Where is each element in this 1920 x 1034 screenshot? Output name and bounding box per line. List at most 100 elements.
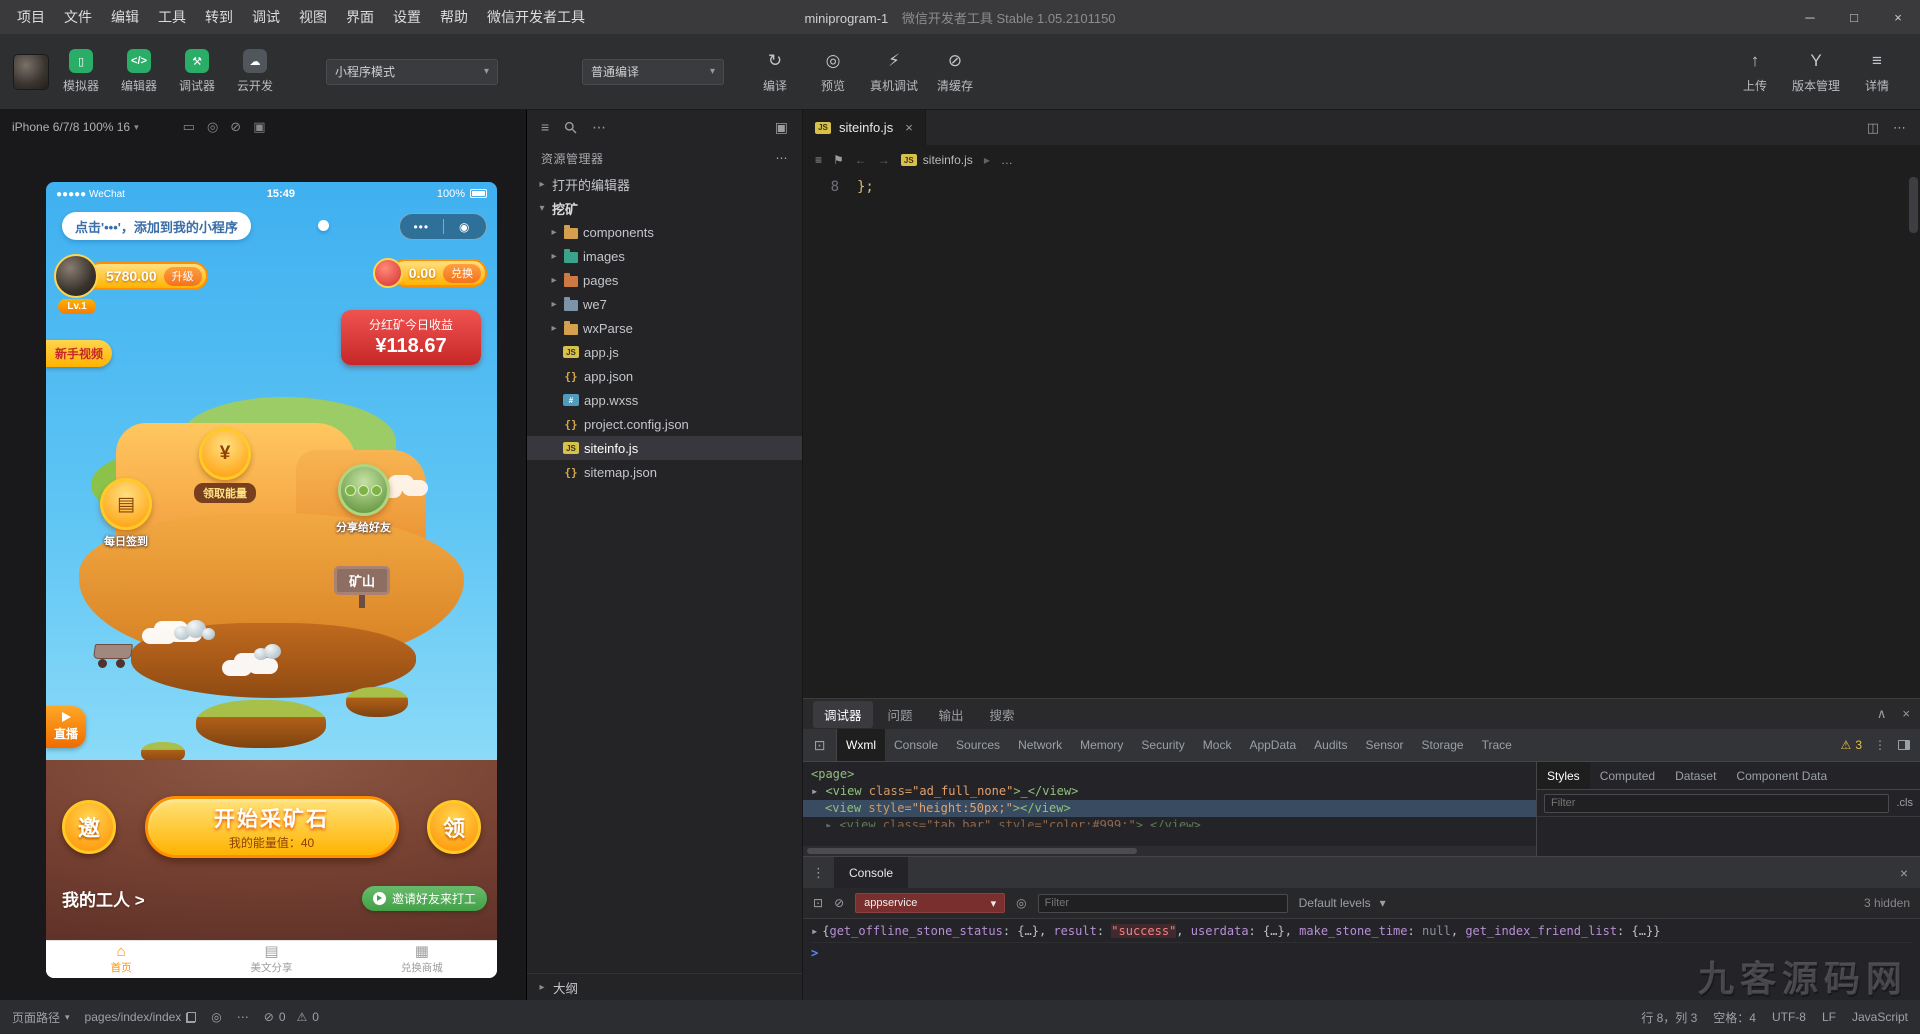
upload-button[interactable]: ↑ 上传 [1734, 49, 1776, 94]
back-icon[interactable]: ← [855, 153, 867, 167]
tree-folder-components[interactable]: ▸ components [527, 220, 802, 244]
invite-circle-button[interactable]: 邀 [62, 800, 116, 854]
tab-articles[interactable]: ▤ 美文分享 [196, 941, 346, 978]
dividend-badge[interactable]: 分红矿今日收益 ¥118.67 [341, 310, 481, 365]
console-frame-icon[interactable]: ⊡ [813, 896, 823, 910]
menu-icon[interactable]: ≡ [815, 153, 822, 167]
maximize-button[interactable]: □ [1832, 0, 1876, 34]
console-prompt[interactable]: > [811, 943, 1912, 963]
tab-shop[interactable]: ▦ 兑换商城 [347, 941, 497, 978]
preview-button[interactable]: ◎ 预览 [812, 49, 854, 94]
cursor-position[interactable]: 行 8，列 3 [1641, 1009, 1697, 1026]
menu-debug[interactable]: 调试 [243, 3, 289, 31]
devtools-tab-trace[interactable]: Trace [1473, 729, 1521, 761]
tab-debugger[interactable]: 调试器 [813, 701, 873, 728]
tree-folder-pages[interactable]: ▸ pages [527, 268, 802, 292]
more-icon[interactable]: ⋯ [1893, 120, 1906, 136]
devtools-tab-appdata[interactable]: AppData [1240, 729, 1305, 761]
tree-file-app-json[interactable]: {} app.json [527, 364, 802, 388]
devtools-tab-network[interactable]: Network [1009, 729, 1071, 761]
copy-icon[interactable] [186, 1012, 196, 1023]
cls-toggle[interactable]: .cls [1897, 797, 1914, 809]
menu-settings[interactable]: 设置 [384, 3, 430, 31]
close-console-icon[interactable]: × [1888, 865, 1920, 881]
clear-console-icon[interactable]: ⊘ [834, 896, 844, 910]
menu-icon[interactable]: ≡ [541, 119, 549, 135]
tree-file-sitemap[interactable]: {} sitemap.json [527, 460, 802, 484]
devtools-tab-audits[interactable]: Audits [1305, 729, 1356, 761]
my-workers-link[interactable]: 我的工人 > [62, 886, 145, 911]
search-icon[interactable] [564, 121, 577, 134]
console-drawer-tab[interactable]: Console [834, 857, 908, 888]
simulator-toggle-button[interactable]: ▯ 模拟器 [60, 49, 102, 94]
upgrade-button[interactable]: 升级 [164, 267, 202, 286]
share-friends-button[interactable]: 分享给好友 [336, 464, 391, 535]
menu-help[interactable]: 帮助 [431, 3, 477, 31]
encoding-setting[interactable]: UTF-8 [1772, 1010, 1806, 1024]
tab-siteinfo-js[interactable]: JS siteinfo.js × [803, 110, 926, 145]
code-editor[interactable]: 8 }; [803, 175, 1920, 698]
console-log-entry[interactable]: ▸{get_offline_stone_status: {…}, result:… [811, 922, 1912, 943]
compile-button[interactable]: ↻ 编译 [754, 49, 796, 94]
version-manage-button[interactable]: Y 版本管理 [1792, 49, 1840, 94]
warnings-badge[interactable]: ⚠ 3 [1841, 738, 1862, 752]
forward-icon[interactable]: → [878, 153, 890, 167]
styles-tab[interactable]: Styles [1537, 762, 1590, 789]
element-node-selected[interactable]: <view style="height:50px;"></view> [803, 800, 1536, 817]
element-node[interactable]: ▸ <view class="ad_full_none">_</view> [803, 783, 1536, 800]
more-icon[interactable]: ••• [400, 220, 443, 234]
console-output[interactable]: ▸{get_offline_stone_status: {…}, result:… [803, 919, 1920, 1000]
clear-cache-button[interactable]: ⊘ 清缓存 [934, 49, 976, 94]
tree-file-project-config[interactable]: {} project.config.json [527, 412, 802, 436]
details-button[interactable]: ≡ 详情 [1856, 49, 1898, 94]
error-counter[interactable]: ⊘ 0 ⚠ 0 [264, 1010, 319, 1024]
close-button[interactable]: × [1876, 0, 1920, 34]
window-mode-icon[interactable]: ▭ [183, 119, 195, 135]
tree-folder-wxparse[interactable]: ▸ wxParse [527, 316, 802, 340]
tab-home[interactable]: ⌂ 首页 [46, 941, 196, 978]
menu-view[interactable]: 视图 [290, 3, 336, 31]
indent-setting[interactable]: 空格：4 [1713, 1009, 1756, 1026]
horizontal-scrollbar[interactable] [803, 846, 1536, 856]
current-page-path[interactable]: pages/index/index [85, 1010, 197, 1024]
close-panel-icon[interactable]: × [1902, 706, 1910, 722]
collapse-panel-icon[interactable]: ∧ [1877, 706, 1887, 722]
editor-scrollbar[interactable] [1907, 175, 1920, 698]
context-select[interactable]: appservice ▾ [855, 893, 1005, 913]
devtools-tab-security[interactable]: Security [1132, 729, 1193, 761]
editor-toggle-button[interactable]: </> 编辑器 [118, 49, 160, 94]
mute-icon[interactable]: ⊘ [230, 119, 241, 135]
devtools-menu-icon[interactable]: ⋮ [1874, 738, 1886, 752]
dock-side-icon[interactable] [1898, 740, 1910, 750]
player-avatar[interactable] [54, 254, 98, 298]
outline-section[interactable]: ▸ 大纲 [527, 973, 802, 1000]
devtools-tab-mock[interactable]: Mock [1194, 729, 1241, 761]
tab-search[interactable]: 搜索 [979, 701, 1026, 728]
log-levels-select[interactable]: Default levels ▾ [1299, 896, 1386, 910]
remote-debug-button[interactable]: ⚡ 真机调试 [870, 49, 918, 94]
console-filter-input[interactable] [1038, 894, 1288, 913]
devtools-tab-sensor[interactable]: Sensor [1357, 729, 1413, 761]
record-icon[interactable]: ◎ [207, 119, 218, 135]
inspect-element-icon[interactable]: ⊡ [803, 729, 837, 761]
tree-folder-images[interactable]: ▸ images [527, 244, 802, 268]
newbie-video-button[interactable]: 新手视频 [46, 340, 112, 367]
live-button[interactable]: 直播 [46, 706, 86, 748]
menu-devtools[interactable]: 微信开发者工具 [478, 3, 594, 31]
device-selector[interactable]: iPhone 6/7/8 100% 16 [12, 120, 130, 134]
element-node[interactable]: <page> [803, 766, 1536, 783]
tree-folder-we7[interactable]: ▸ we7 [527, 292, 802, 316]
styles-filter-input[interactable] [1544, 794, 1889, 813]
screenshot-icon[interactable]: ▣ [253, 119, 265, 135]
breadcrumb-file[interactable]: JS siteinfo.js [901, 153, 973, 167]
devtools-tab-console[interactable]: Console [885, 729, 947, 761]
more-icon[interactable]: ⋯ [776, 151, 789, 165]
tab-output[interactable]: 输出 [928, 701, 975, 728]
menu-project[interactable]: 项目 [8, 3, 54, 31]
dataset-tab[interactable]: Dataset [1665, 762, 1726, 789]
menu-edit[interactable]: 编辑 [102, 3, 148, 31]
drawer-menu-icon[interactable]: ⋮ [803, 865, 834, 881]
page-path-selector[interactable]: 页面路径 ▾ [12, 1009, 70, 1026]
devtools-tab-memory[interactable]: Memory [1071, 729, 1132, 761]
element-node[interactable]: ▸ <view class="tab_bar" style="color:#99… [803, 817, 1536, 827]
